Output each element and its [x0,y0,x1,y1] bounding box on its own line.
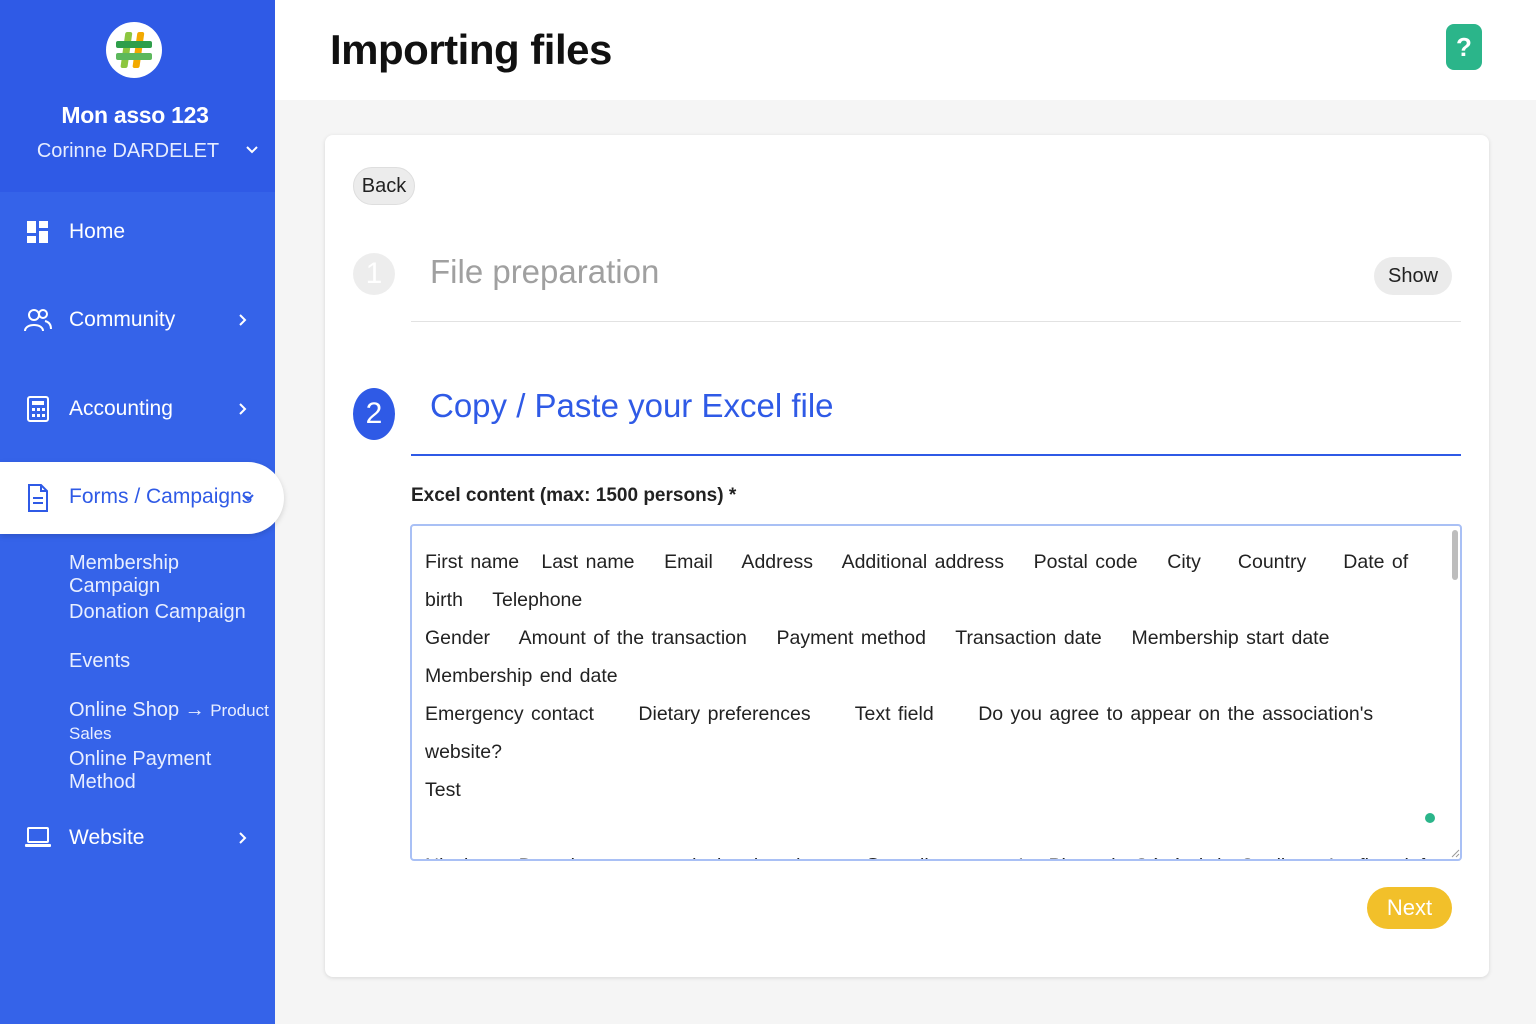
org-logo [106,22,162,78]
chevron-right-icon [239,314,247,326]
sub-donation-campaign[interactable]: Donation Campaign [69,601,246,624]
chevron-right-icon [239,832,247,844]
sub-online-shop[interactable]: Online Shop → Product Sales [69,699,275,745]
calculator-icon [24,395,52,423]
resize-grip-icon[interactable] [1450,848,1460,858]
excel-content-textarea[interactable]: First name Last name Email Address Addit… [410,524,1462,861]
help-button[interactable]: ? [1446,24,1482,70]
chevron-down-icon [242,494,254,502]
sub-events[interactable]: Events [69,650,130,673]
document-icon [24,484,52,512]
excel-content-value: First name Last name Email Address Addit… [425,551,1431,859]
hashtag-logo-icon [116,32,152,68]
nav-forms-label: Forms / Campaigns [69,485,253,508]
chevron-right-icon [239,403,247,415]
page-title: Importing files [330,26,612,73]
nav-website[interactable]: Website [0,808,275,868]
import-card: Back 1 File preparation Show 2 Copy / Pa… [325,135,1489,977]
step2-title: Copy / Paste your Excel file [430,387,834,424]
sidebar: Mon asso 123 Corinne DARDELET Home Commu… [0,0,284,1024]
active-step-divider [411,454,1461,456]
chevron-down-icon[interactable] [244,142,260,158]
status-dot [1425,813,1435,823]
nav-community-label: Community [69,308,176,331]
step1-title[interactable]: File preparation [430,253,659,291]
divider [411,321,1461,322]
users-icon [24,306,52,334]
excel-content-label: Excel content (max: 1500 persons) * [411,485,737,506]
nav-accounting[interactable]: Accounting [0,379,275,439]
user-name: Corinne DARDELET [36,140,220,162]
show-button[interactable]: Show [1374,257,1452,295]
sub-membership-campaign[interactable]: Membership Campaign [69,552,275,598]
nav-home[interactable]: Home [0,202,275,262]
sidebar-header[interactable]: Mon asso 123 Corinne DARDELET [0,0,275,192]
top-bar: Importing files ? [275,0,1536,100]
laptop-icon [24,824,52,852]
next-button[interactable]: Next [1367,887,1452,929]
nav-home-label: Home [69,220,126,243]
step1-number: 1 [353,253,395,295]
back-button[interactable]: Back [353,167,415,205]
textarea-scrollbar[interactable] [1452,530,1458,580]
step2-number: 2 [353,388,395,440]
nav-website-label: Website [69,826,145,849]
nav-accounting-label: Accounting [69,397,173,420]
sub-online-payment-method[interactable]: Online Payment Method [69,748,275,794]
nav-forms-campaigns[interactable]: Forms / Campaigns [0,462,284,534]
dashboard-icon [24,218,52,246]
sub-online-shop-label: Online Shop → [69,699,211,721]
nav-community[interactable]: Community [0,290,275,350]
org-name: Mon asso 123 [61,102,209,128]
